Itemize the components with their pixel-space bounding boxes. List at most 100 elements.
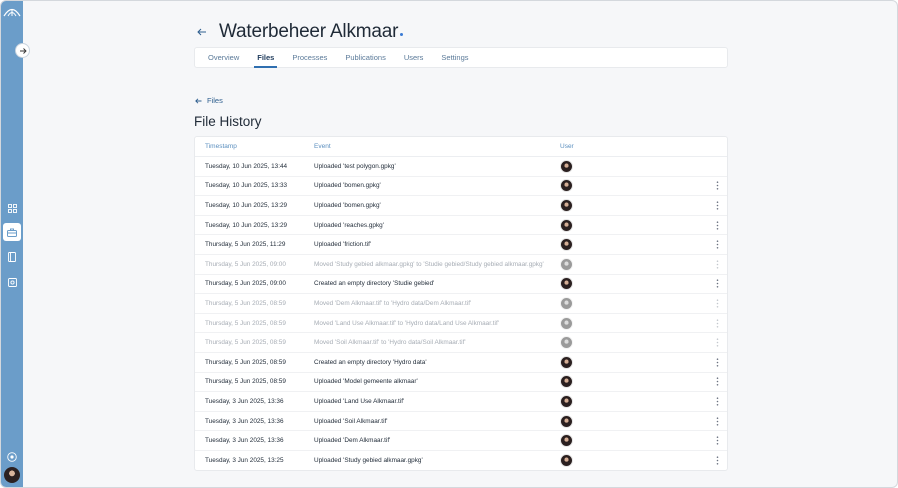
more-vertical-icon[interactable] [714,456,720,466]
table-row[interactable]: Tuesday, 3 Jun 2025, 13:36 Uploaded 'Land… [195,392,727,412]
more-vertical-icon[interactable] [714,220,720,230]
tab-settings[interactable]: Settings [432,48,477,67]
add-circle-icon[interactable] [4,449,20,465]
row-timestamp: Tuesday, 10 Jun 2025, 13:33 [205,182,288,190]
row-event: Created an empty directory 'Studie gebie… [314,280,435,288]
more-vertical-icon[interactable] [714,396,720,406]
table-body: Tuesday, 10 Jun 2025, 13:44 Uploaded 'tes… [195,157,727,471]
back-arrow-icon [195,97,202,104]
current-user-avatar[interactable] [4,467,20,483]
user-avatar[interactable] [560,394,573,408]
table-row[interactable]: Thursday, 5 Jun 2025, 08:59 Moved 'Land U… [195,314,727,334]
user-avatar[interactable] [560,355,573,369]
avatar [560,257,573,271]
header-user: User [560,143,574,150]
umbrella-logo-icon[interactable] [3,5,21,17]
row-event: Moved 'Land Use Alkmaar.tif' to 'Hydro d… [314,319,499,327]
more-vertical-icon[interactable] [714,377,720,387]
avatar [560,355,573,369]
user-avatar[interactable] [560,454,573,468]
user-avatar[interactable] [560,277,573,291]
more-vertical-icon[interactable] [714,259,720,269]
more-vertical-icon[interactable] [714,298,720,308]
table-row[interactable]: Thursday, 5 Jun 2025, 11:29 Uploaded 'fri… [195,235,727,255]
more-vertical-icon[interactable] [714,436,720,446]
row-event: Uploaded 'Study gebied alkmaar.gpkg' [314,457,423,465]
row-event: Moved 'Dem Alkmaar.tif' to 'Hydro data/D… [314,299,472,307]
table-row[interactable]: Tuesday, 10 Jun 2025, 13:44 Uploaded 'tes… [195,157,727,177]
user-avatar[interactable] [560,218,573,232]
table-row[interactable]: Thursday, 5 Jun 2025, 08:59 Moved 'Soil A… [195,333,727,353]
more-vertical-icon[interactable] [714,318,720,328]
row-timestamp: Tuesday, 3 Jun 2025, 13:36 [205,437,284,445]
table-row[interactable]: Tuesday, 3 Jun 2025, 13:36 Uploaded 'Dem … [195,431,727,451]
avatar [560,296,573,310]
more-vertical-icon[interactable] [714,240,720,250]
more-vertical-icon[interactable] [714,357,720,367]
back-arrow-icon[interactable] [197,26,209,38]
avatar [560,434,573,448]
table-row[interactable]: Thursday, 5 Jun 2025, 09:00 Moved 'Study … [195,255,727,275]
expand-arrow-icon[interactable] [15,43,30,58]
table-row[interactable]: Thursday, 5 Jun 2025, 08:59 Uploaded 'Mod… [195,373,727,393]
table-header: Timestamp Event User [195,137,727,157]
user-avatar[interactable] [560,159,573,173]
avatar [560,414,573,428]
user-avatar[interactable] [560,316,573,330]
row-event: Moved 'Soil Alkmaar.tif' to 'Hydro data/… [314,339,466,347]
user-avatar[interactable] [560,296,573,310]
section-title: File History [194,114,262,129]
table-row[interactable]: Thursday, 5 Jun 2025, 08:59 Moved 'Dem Al… [195,294,727,314]
grid-icon[interactable] [4,200,20,216]
more-vertical-icon[interactable] [714,181,720,191]
tab-bar: Overview Files Processes Publications Us… [194,47,728,68]
table-row[interactable]: Tuesday, 10 Jun 2025, 13:29 Uploaded 'rea… [195,216,727,236]
user-avatar[interactable] [560,336,573,350]
header-event: Event [314,143,331,150]
table-row[interactable]: Thursday, 5 Jun 2025, 09:00 Created an em… [195,275,727,295]
table-row[interactable]: Tuesday, 3 Jun 2025, 13:25 Uploaded 'Stud… [195,451,727,471]
more-vertical-icon[interactable] [714,338,720,348]
row-event: Uploaded 'Soil Alkmaar.tif' [314,417,388,425]
avatar [560,336,573,350]
user-avatar[interactable] [560,198,573,212]
tab-users[interactable]: Users [395,48,433,67]
avatar [560,179,573,193]
table-row[interactable]: Tuesday, 10 Jun 2025, 13:33 Uploaded 'bom… [195,177,727,197]
avatar [560,238,573,252]
row-timestamp: Thursday, 5 Jun 2025, 08:59 [205,378,286,386]
avatar [560,159,573,173]
table-row[interactable]: Thursday, 5 Jun 2025, 08:59 Created an em… [195,353,727,373]
row-timestamp: Tuesday, 10 Jun 2025, 13:44 [205,162,288,170]
row-event: Uploaded 'test polygon.gpkg' [314,162,396,170]
row-timestamp: Thursday, 5 Jun 2025, 09:00 [205,260,286,268]
user-avatar[interactable] [560,257,573,271]
table-row[interactable]: Tuesday, 3 Jun 2025, 13:36 Uploaded 'Soil… [195,412,727,432]
avatar [560,394,573,408]
tab-publications[interactable]: Publications [336,48,394,67]
more-vertical-icon[interactable] [714,279,720,289]
page-title: Waterbeheer Alkmaar [219,21,399,42]
briefcase-icon[interactable] [3,223,21,241]
user-avatar[interactable] [560,414,573,428]
row-timestamp: Thursday, 5 Jun 2025, 09:00 [205,280,286,288]
user-avatar[interactable] [560,238,573,252]
row-event: Created an empty directory 'Hydro data' [314,358,427,366]
book-icon[interactable] [4,249,20,265]
row-event: Uploaded 'reaches.gpkg' [314,221,384,229]
breadcrumb[interactable]: Files [195,96,223,105]
tab-overview[interactable]: Overview [199,48,248,67]
user-avatar[interactable] [560,179,573,193]
more-vertical-icon[interactable] [714,416,720,426]
more-vertical-icon[interactable] [714,200,720,210]
row-event: Uploaded 'bomen.gpkg' [314,182,381,190]
settings-square-icon[interactable] [4,274,20,290]
user-avatar[interactable] [560,375,573,389]
tab-processes[interactable]: Processes [283,48,336,67]
table-row[interactable]: Tuesday, 10 Jun 2025, 13:29 Uploaded 'bom… [195,196,727,216]
row-timestamp: Tuesday, 10 Jun 2025, 13:29 [205,221,288,229]
user-avatar[interactable] [560,434,573,448]
tab-files[interactable]: Files [248,48,283,68]
row-timestamp: Thursday, 5 Jun 2025, 08:59 [205,319,286,327]
header-timestamp: Timestamp [205,143,237,150]
